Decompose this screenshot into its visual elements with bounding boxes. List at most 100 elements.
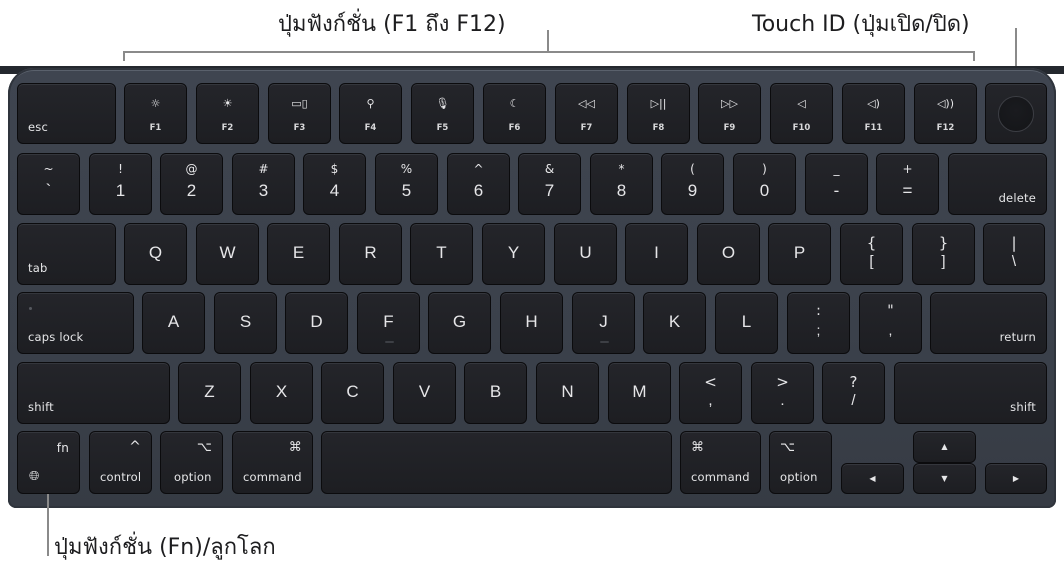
key-b[interactable]: B	[464, 362, 527, 424]
key-e[interactable]: E	[267, 223, 330, 285]
key-punct-bottom-0[interactable]: <,	[679, 362, 742, 424]
key-f10[interactable]: ◁ F10	[770, 83, 833, 144]
key-f7[interactable]: ◁◁ F7	[555, 83, 618, 144]
key-f9[interactable]: ▷▷ F9	[698, 83, 761, 144]
key-bracket-2[interactable]: | \	[983, 223, 1045, 285]
key-t[interactable]: T	[410, 223, 473, 285]
key-punct-1[interactable]: ",	[859, 292, 922, 354]
key-o[interactable]: O	[697, 223, 760, 285]
key-number-3[interactable]: #3	[232, 153, 295, 215]
key-d[interactable]: D	[285, 292, 348, 354]
key-f12[interactable]: ◁)) F12	[914, 83, 977, 144]
key-arrow-left[interactable]: ◀	[841, 463, 904, 494]
key-symbol: ;	[816, 322, 821, 338]
key-number-8[interactable]: * 8	[590, 153, 653, 215]
key-u[interactable]: U	[554, 223, 617, 285]
key-return[interactable]: return	[930, 292, 1047, 354]
key-delete[interactable]: delete	[948, 153, 1047, 215]
key-p[interactable]: P	[768, 223, 831, 285]
key-label: F7	[580, 123, 593, 133]
key-punct-bottom-1[interactable]: >.	[751, 362, 814, 424]
key-number-6[interactable]: ^ 6	[447, 153, 510, 215]
key-shift-left[interactable]: shift	[17, 362, 170, 424]
key-letter: N	[561, 382, 574, 401]
key-k[interactable]: K	[643, 292, 706, 354]
key-w[interactable]: W	[196, 223, 259, 285]
key-punct-0[interactable]: :;	[787, 292, 850, 354]
key-symbol: 6	[473, 181, 484, 200]
key-s[interactable]: S	[214, 292, 277, 354]
key-j[interactable]: J	[572, 292, 635, 354]
key-y[interactable]: Y	[482, 223, 545, 285]
key-punct-bottom-2[interactable]: ? /	[822, 362, 885, 424]
key-letter: A	[167, 312, 180, 331]
key-a[interactable]: A	[142, 292, 205, 354]
key-shift-right[interactable]: shift	[894, 362, 1047, 424]
key-label: return	[999, 330, 1036, 344]
key-z[interactable]: Z	[178, 362, 241, 424]
key-number-5[interactable]: % 5	[375, 153, 438, 215]
key-control-left[interactable]: ^ control	[89, 431, 152, 494]
key-f1[interactable]: ☼ F1	[124, 83, 187, 144]
key-fn-globe[interactable]: fn 🌐︎	[17, 431, 80, 494]
touch-id-button[interactable]	[985, 83, 1047, 144]
key-label: fn	[56, 441, 69, 455]
key-letter: T	[436, 243, 447, 262]
key-spacebar[interactable]	[321, 431, 672, 494]
key-x[interactable]: X	[250, 362, 313, 424]
key-letter: C	[346, 382, 359, 401]
key-v[interactable]: V	[393, 362, 456, 424]
key-letter: I	[654, 243, 659, 262]
key-f3[interactable]: ▭▯ F3	[268, 83, 331, 144]
mute-icon: ◁	[797, 97, 806, 110]
key-shift-symbol: :	[816, 303, 821, 319]
key-number-1[interactable]: ! 1	[89, 153, 152, 215]
key-command-left[interactable]: ⌘ command	[232, 431, 313, 494]
volume-down-icon: ◁)	[867, 97, 880, 110]
key-label: F9	[723, 123, 736, 133]
key-number-7[interactable]: & 7	[518, 153, 581, 215]
key-option-right[interactable]: ⌥ option	[769, 431, 832, 494]
key-f5[interactable]: 🎙︎ F5	[411, 83, 474, 144]
key-r[interactable]: R	[339, 223, 402, 285]
key-f8[interactable]: ▷|| F8	[627, 83, 690, 144]
key-tab[interactable]: tab	[17, 223, 116, 285]
key-l[interactable]: L	[715, 292, 778, 354]
key-number-9[interactable]: (9	[661, 153, 724, 215]
key-i[interactable]: I	[625, 223, 688, 285]
key-arrow-down[interactable]: ▼	[913, 463, 976, 494]
key-option-left[interactable]: ⌥ option	[160, 431, 223, 494]
fn-globe-leader	[47, 494, 49, 556]
key-number-2[interactable]: @2	[160, 153, 223, 215]
key-f4[interactable]: ⚲ F4	[339, 83, 402, 144]
key-f2[interactable]: ☀ F2	[196, 83, 259, 144]
key-shift-symbol: ?	[849, 373, 858, 391]
key-symbol: ]	[941, 253, 946, 270]
key-symbol: 7	[544, 181, 555, 200]
key-number-10[interactable]: ) 0	[733, 153, 796, 215]
key-n[interactable]: N	[536, 362, 599, 424]
key-bracket-0[interactable]: {[	[840, 223, 903, 285]
key-number-12[interactable]: + =	[876, 153, 939, 215]
key-f[interactable]: F	[357, 292, 420, 354]
key-caps-lock[interactable]: caps lock	[17, 292, 134, 354]
key-command-right[interactable]: ⌘ command	[680, 431, 761, 494]
key-number-11[interactable]: _ -	[805, 153, 868, 215]
key-number-4[interactable]: $4	[303, 153, 366, 215]
key-f11[interactable]: ◁) F11	[842, 83, 905, 144]
key-arrow-right[interactable]: ▶	[985, 463, 1047, 494]
key-arrow-up[interactable]: ▲	[913, 431, 976, 463]
key-shift-symbol: _	[833, 162, 840, 176]
key-symbol: .	[780, 392, 785, 409]
key-number-0[interactable]: ~ `	[17, 153, 80, 215]
key-c[interactable]: C	[321, 362, 384, 424]
key-bracket-1[interactable]: }]	[912, 223, 975, 285]
key-letter: R	[364, 243, 377, 262]
key-h[interactable]: H	[500, 292, 563, 354]
key-f6[interactable]: ☾ F6	[483, 83, 546, 144]
key-q[interactable]: Q	[124, 223, 187, 285]
key-g[interactable]: G	[428, 292, 491, 354]
key-shift-symbol: &	[544, 162, 555, 176]
key-m[interactable]: M	[608, 362, 671, 424]
key-esc[interactable]: esc	[17, 83, 116, 144]
